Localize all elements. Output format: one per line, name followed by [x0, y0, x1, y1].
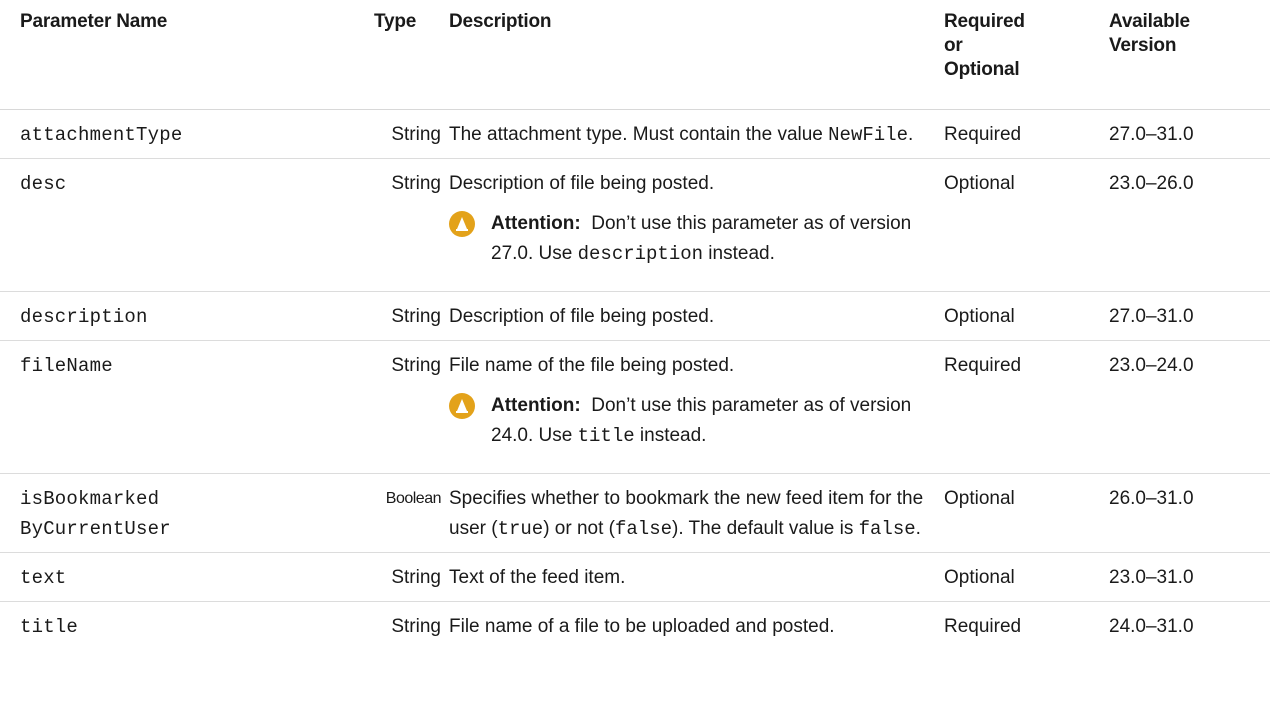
attention-label: Attention: — [491, 395, 581, 416]
param-name: desc — [20, 173, 67, 195]
table-row: text String Text of the feed item. Optio… — [0, 553, 1270, 602]
param-type: String — [391, 124, 441, 145]
param-version: 23.0–26.0 — [1109, 173, 1194, 194]
param-required: Optional — [944, 567, 1015, 588]
table-row: title String File name of a file to be u… — [0, 602, 1270, 650]
param-version: 24.0–31.0 — [1109, 616, 1194, 637]
attention-note: Attention: Don’t use this parameter as o… — [449, 209, 944, 269]
param-required: Required — [944, 616, 1022, 637]
header-description: Description — [449, 11, 552, 32]
param-type: Boolean — [385, 490, 442, 507]
param-version: 23.0–31.0 — [1109, 567, 1194, 588]
param-type: String — [391, 616, 441, 637]
attention-note: Attention: Don’t use this parameter as o… — [449, 391, 944, 451]
header-required-line1: Required — [944, 11, 1025, 32]
table-row: description String Description of file b… — [0, 292, 1270, 341]
code-value: false — [615, 518, 673, 540]
attention-icon — [449, 393, 475, 419]
param-description: Specifies whether to bookmark the new fe… — [449, 488, 924, 540]
param-description: Description of file being posted. — [449, 306, 715, 327]
header-version-line2: Version — [1109, 35, 1177, 56]
header-required-optional: Required or Optional — [944, 0, 1109, 109]
parameter-table: Parameter Name Type Description Required… — [0, 0, 1270, 650]
param-name: title — [20, 616, 79, 638]
header-required-line2: or — [944, 35, 963, 56]
table-row: isBookmarked ByCurrentUser Boolean Speci… — [0, 474, 1270, 553]
table-row: attachmentType String The attachment typ… — [0, 110, 1270, 159]
table-row: fileName String File name of the file be… — [0, 341, 1270, 474]
param-description: The attachment type. Must contain the va… — [449, 124, 914, 146]
header-required-line3: Optional — [944, 59, 1020, 80]
table-row: desc String Description of file being po… — [0, 159, 1270, 292]
code-value: description — [577, 243, 704, 265]
param-description: File name of the file being posted. Atte… — [449, 341, 944, 473]
param-version: 27.0–31.0 — [1109, 306, 1194, 327]
code-value: false — [858, 518, 916, 540]
param-name: attachmentType — [20, 124, 183, 146]
header-parameter-name: Parameter Name — [20, 11, 168, 32]
param-name: isBookmarked ByCurrentUser — [20, 488, 171, 540]
param-type: String — [391, 173, 441, 194]
param-required: Required — [944, 355, 1022, 376]
param-name: text — [20, 567, 67, 589]
param-version: 23.0–24.0 — [1109, 355, 1194, 376]
code-value: title — [577, 425, 635, 447]
table-header: Parameter Name Type Description Required… — [0, 0, 1270, 110]
header-version-line1: Available — [1109, 11, 1190, 32]
param-description: File name of a file to be uploaded and p… — [449, 616, 835, 637]
param-type: String — [391, 355, 441, 376]
attention-label: Attention: — [491, 213, 581, 234]
param-version: 27.0–31.0 — [1109, 124, 1194, 145]
code-value: true — [497, 518, 544, 540]
param-description: Description of file being posted. Attent… — [449, 159, 944, 291]
param-type: String — [391, 306, 441, 327]
param-required: Optional — [944, 488, 1015, 509]
param-required: Required — [944, 124, 1022, 145]
code-value: NewFile — [828, 124, 908, 146]
param-version: 26.0–31.0 — [1109, 488, 1194, 509]
param-name: description — [20, 306, 148, 328]
param-type: String — [391, 567, 441, 588]
param-description: Text of the feed item. — [449, 567, 626, 588]
header-type: Type — [374, 11, 417, 32]
attention-icon — [449, 211, 475, 237]
param-required: Optional — [944, 306, 1015, 327]
param-required: Optional — [944, 173, 1015, 194]
param-name: fileName — [20, 355, 113, 377]
header-available-version: Available Version — [1109, 0, 1233, 109]
